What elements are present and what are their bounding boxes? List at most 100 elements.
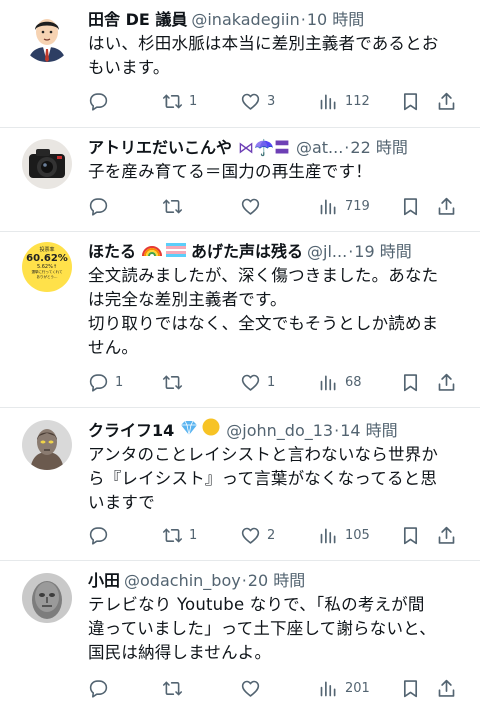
action-bar: 1 3 112 xyxy=(88,89,466,113)
avatar-image: 投票率 60.62% 5.62%↑ 選挙に行ってくれて ありがとう… xyxy=(22,242,72,292)
retweet-count: 1 xyxy=(189,93,198,109)
views-icon xyxy=(320,681,336,696)
like-icon xyxy=(241,374,260,391)
share-button[interactable] xyxy=(436,525,457,546)
display-name-suffix[interactable]: あげた声は残る xyxy=(191,242,303,262)
retweet-button[interactable]: 1 xyxy=(162,91,197,112)
reply-button[interactable] xyxy=(88,91,115,112)
timestamp[interactable]: 19 時間 xyxy=(354,242,411,262)
share-button[interactable] xyxy=(436,678,457,699)
tweet[interactable]: クライフ14 @john_do_13 · 14 時間 アンタのことレイシストと言… xyxy=(0,408,480,561)
reply-button[interactable] xyxy=(88,196,115,217)
tweet-text: 子を産み育てる＝国力の再生産です！ xyxy=(88,160,468,184)
views-button[interactable]: 719 xyxy=(318,196,370,217)
views-icon xyxy=(320,375,336,390)
views-button[interactable]: 105 xyxy=(318,525,370,546)
trans-flag-icon xyxy=(166,242,187,262)
avatar[interactable] xyxy=(22,139,72,189)
avatar[interactable]: 投票率 60.62% 5.62%↑ 選挙に行ってくれて ありがとう… xyxy=(22,242,72,292)
tweet[interactable]: 田舎 DE 議員 @inakadegiin · 10 時間 はい、杉田水脈は本当… xyxy=(0,0,480,128)
reply-button[interactable] xyxy=(88,525,115,546)
timestamp[interactable]: 14 時間 xyxy=(340,421,397,441)
avatar-image xyxy=(22,12,72,62)
like-button[interactable]: 3 xyxy=(240,91,275,112)
username[interactable]: @inakadegiin xyxy=(191,10,299,30)
avatar[interactable] xyxy=(22,573,72,623)
action-bar: 201 xyxy=(88,676,466,700)
tweet-text: 全文読みましたが、深く傷つきました。あなた は完全な差別主義者です。 切り取りで… xyxy=(88,264,468,360)
tweet-text-line: ら『レイシスト』って言葉がなくなってると思 xyxy=(88,469,438,488)
timeline-feed: 田舎 DE 議員 @inakadegiin · 10 時間 はい、杉田水脈は本当… xyxy=(0,0,480,701)
share-icon xyxy=(438,679,455,697)
reply-button[interactable]: 1 xyxy=(88,372,123,393)
avatar[interactable] xyxy=(22,12,72,62)
action-bar: 1 2 105 xyxy=(88,523,466,547)
like-button[interactable] xyxy=(240,678,267,699)
avatar-text-line: 60.62% xyxy=(26,253,68,264)
username[interactable]: @odachin_boy xyxy=(124,571,241,591)
display-name[interactable]: アトリエだいこんや xyxy=(88,138,232,158)
reply-icon xyxy=(89,679,108,698)
name-emojis: ⋈☂️〓 xyxy=(238,138,290,157)
tweet-text-line: テレビなり Youtube なりで、「私の考えが間 xyxy=(88,595,425,614)
tweet-text-line: もいます。 xyxy=(88,58,170,77)
retweet-icon xyxy=(162,94,183,108)
rainbow-icon xyxy=(142,242,163,262)
views-button[interactable]: 201 xyxy=(318,678,370,699)
retweet-button[interactable]: 1 xyxy=(162,525,197,546)
avatar-image xyxy=(22,573,72,623)
display-name[interactable]: クライフ14 xyxy=(88,421,174,441)
retweet-icon xyxy=(162,681,183,695)
diamond-icon xyxy=(180,420,198,441)
retweet-button[interactable] xyxy=(162,372,189,393)
display-name[interactable]: 小田 xyxy=(88,571,120,591)
tweet-header: ほたる あげた声は残る @jl... · 19 時間 xyxy=(88,242,468,262)
separator-dot: · xyxy=(334,421,340,440)
bookmark-icon xyxy=(403,92,418,110)
bookmark-button[interactable] xyxy=(400,678,421,699)
views-count: 68 xyxy=(345,374,362,390)
bookmark-button[interactable] xyxy=(400,525,421,546)
tweet[interactable]: 小田 @odachin_boy · 20 時間 テレビなり Youtube なり… xyxy=(0,561,480,701)
bookmark-button[interactable] xyxy=(400,196,421,217)
share-icon xyxy=(438,92,455,110)
tweet[interactable]: アトリエだいこんや ⋈☂️〓 @at... · 22 時間 子を産み育てる＝国力… xyxy=(0,128,480,232)
bookmark-button[interactable] xyxy=(400,91,421,112)
views-button[interactable]: 68 xyxy=(318,372,362,393)
share-button[interactable] xyxy=(436,196,457,217)
avatar-image xyxy=(22,139,72,189)
share-icon xyxy=(438,526,455,544)
display-name[interactable]: ほたる xyxy=(88,242,136,262)
timestamp[interactable]: 10 時間 xyxy=(307,10,364,30)
reply-button[interactable] xyxy=(88,678,115,699)
tweet-text-line: 子を産み育てる＝国力の再生産です！ xyxy=(88,162,372,181)
like-icon xyxy=(241,527,260,544)
avatar[interactable] xyxy=(22,420,72,470)
like-icon xyxy=(241,680,260,697)
share-button[interactable] xyxy=(436,91,457,112)
like-button[interactable] xyxy=(240,196,267,217)
tweet-text-line: は完全な差別主義者です。 xyxy=(88,290,287,309)
views-count: 112 xyxy=(345,93,370,109)
timestamp[interactable]: 20 時間 xyxy=(248,571,305,591)
retweet-icon xyxy=(162,375,183,389)
tweet-text-line: 切り取りではなく、全文でもそうとしか読めま xyxy=(88,314,439,333)
views-button[interactable]: 112 xyxy=(318,91,370,112)
username[interactable]: @at... xyxy=(296,138,343,158)
like-count: 1 xyxy=(267,374,276,390)
like-count: 2 xyxy=(267,527,276,543)
timestamp[interactable]: 22 時間 xyxy=(350,138,407,158)
bookmark-button[interactable] xyxy=(400,372,421,393)
like-button[interactable]: 2 xyxy=(240,525,275,546)
retweet-icon xyxy=(162,199,183,213)
username[interactable]: @john_do_13 xyxy=(226,421,333,441)
share-button[interactable] xyxy=(436,372,457,393)
like-button[interactable]: 1 xyxy=(240,372,275,393)
retweet-button[interactable] xyxy=(162,678,189,699)
username[interactable]: @jl... xyxy=(307,242,347,262)
retweet-button[interactable] xyxy=(162,196,189,217)
tweet[interactable]: 投票率 60.62% 5.62%↑ 選挙に行ってくれて ありがとう… ほたる あ… xyxy=(0,232,480,408)
reply-icon xyxy=(89,197,108,216)
tweet-text: アンタのことレイシストと言わないなら世界か ら『レイシスト』って言葉がなくなって… xyxy=(88,443,468,515)
display-name[interactable]: 田舎 DE 議員 xyxy=(88,10,187,30)
